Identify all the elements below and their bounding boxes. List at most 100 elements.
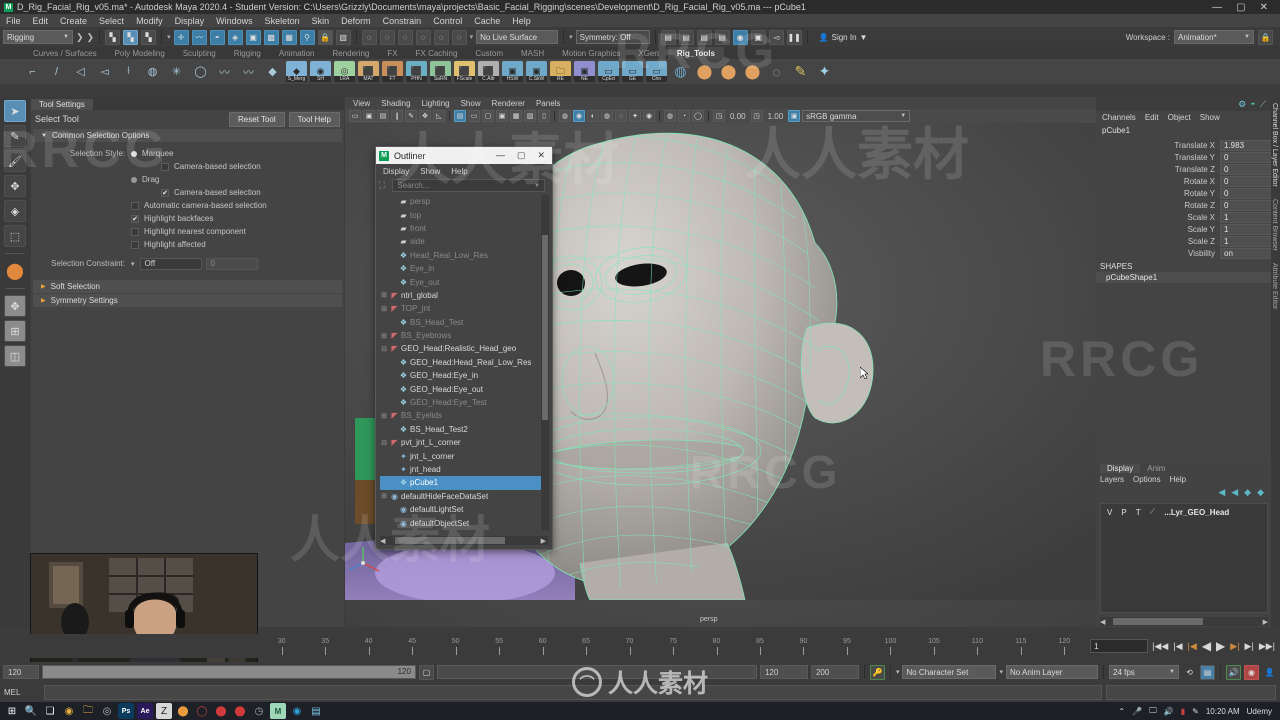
selection-constraint-number[interactable]: 0 [206,258,258,270]
lock-selection-icon[interactable]: 🔒 [318,30,333,45]
shelf-icon-extra-1[interactable]: ⬤ [694,61,715,82]
outliner-row[interactable]: ❖GEO_Head:Eye_Test [380,396,548,409]
outliner-maximize-button[interactable]: ▢ [517,150,526,161]
mask-misc-icon[interactable]: ▦ [282,30,297,45]
maya-icon[interactable]: M [270,703,286,719]
shelf-icon-9[interactable]: 〰 [238,61,259,82]
pause-icon[interactable]: ❚❚ [787,30,802,45]
snap-grid-icon[interactable]: ◌ [362,30,377,45]
no-skip-frames-icon[interactable]: ◉ [1244,665,1259,680]
maximize-button[interactable]: ▢ [1236,2,1245,13]
motion-blur-icon[interactable]: ◌ [615,110,627,122]
windows-start-icon[interactable]: ⊞ [4,703,20,719]
channel-name[interactable]: Translate Z [1096,165,1220,174]
outliner-row[interactable]: ❖BS_Head_Test [380,316,548,329]
gamma-icon[interactable]: ◳ [751,110,763,122]
layer-row[interactable]: V P T ⟋ ...Lyr_GEO_Head [1101,504,1267,520]
chrome-icon[interactable]: ◉ [61,703,77,719]
resolution-gate-icon[interactable]: ◺ [433,110,445,122]
layer-new-empty-icon[interactable]: ◆ [1244,487,1251,498]
expand-icon[interactable]: ⊞ [380,332,388,340]
layer-visibility-column[interactable]: V [1107,508,1112,517]
outliner-row[interactable]: ✦jnt_L_corner [380,449,548,462]
frame-soft-selection[interactable]: ▶ Soft Selection [33,280,342,293]
shelf-button-hsw[interactable]: ▣HSW [502,61,523,82]
shelf-icon-0[interactable]: ⌐ [22,61,43,82]
mask-caret-icon[interactable]: ▾ [167,33,171,41]
channel-row-rotate-x[interactable]: Rotate X0 [1096,175,1280,187]
outliner-row[interactable]: ▰top [380,208,548,221]
clock-icon[interactable]: ◷ [251,703,267,719]
scale-tool-icon[interactable]: ⬚ [4,225,26,247]
frame-common-selection-options[interactable]: ▼ Common Selection Options [33,129,342,142]
mask-render-icon[interactable]: ▩ [264,30,279,45]
multisample-icon[interactable]: ✦ [629,110,641,122]
channel-name[interactable]: Visbility [1096,249,1220,258]
move-tool-icon[interactable]: ✥ [4,175,26,197]
character-icon[interactable]: 👤 [1262,665,1277,680]
colorspace-icon[interactable]: ▣ [788,110,800,122]
workspace-selector[interactable]: Workspace : Animation* ▼ 🔒 [1126,30,1277,45]
shelf-icon-2[interactable]: ◁ [70,61,91,82]
shelf-button-ne[interactable]: ▣NE [574,61,595,82]
tool-help-button[interactable]: Tool Help [289,112,340,127]
checkbox-automatic-camera-based-selection[interactable] [131,202,139,210]
substance-icon[interactable]: ⬤ [175,703,191,719]
shelf-icon-10[interactable]: ◆ [262,61,283,82]
open-sidebar2-icon[interactable]: ❯ [87,32,95,43]
mask-lock-icon[interactable]: ⚲ [300,30,315,45]
render-settings-icon[interactable]: ▣ [751,30,766,45]
history-off-icon[interactable]: ▤ [679,30,694,45]
photoshop-icon[interactable]: Ps [118,703,134,719]
shelf-tab-custom[interactable]: Custom [466,47,512,59]
select-tool-icon[interactable]: ➤ [4,100,26,122]
channel-box-menu-channels[interactable]: Channels [1102,113,1136,122]
outliner-menu-help[interactable]: Help [451,167,467,176]
outliner-row[interactable]: ◉defaultLightSet [380,503,548,516]
range-field-2[interactable]: 200 [811,665,859,679]
layer-list[interactable]: V P T ⟋ ...Lyr_GEO_Head [1100,503,1268,613]
layer-type-column[interactable]: T [1136,508,1141,517]
collapse-icon[interactable]: ⊟ [380,345,388,353]
shelf-tab-curves-surfaces[interactable]: Curves / Surfaces [24,47,106,59]
sound-icon[interactable]: 🔊 [1226,665,1241,680]
animation-preferences-icon[interactable]: ▤ [1200,665,1215,680]
obs-icon[interactable]: ◎ [99,703,115,719]
viewport-menu-panels[interactable]: Panels [536,99,560,108]
collapse-icon[interactable]: ⊟ [380,439,388,447]
channel-name[interactable]: Scale X [1096,213,1220,222]
option-row-automatic-camera-based-selection[interactable]: Automatic camera-based selection [31,199,344,212]
time-slider[interactable]: 3035404550556065707580859095100105110115… [0,634,1280,658]
shelf-button-sh[interactable]: ◉SH [310,61,331,82]
channel-row-scale-x[interactable]: Scale X1 [1096,211,1280,223]
graph-editor-icon[interactable]: ⟋ [1260,99,1266,110]
shelf-icon-extra-3[interactable]: ⬤ [742,61,763,82]
flat-shade-icon[interactable]: ▣ [496,110,508,122]
shelf-icon-extra-4[interactable]: ◌ [766,61,787,82]
shelf-button-lra[interactable]: ◎LRA [334,61,355,82]
channel-box-icon[interactable]: ⚙ [1238,99,1246,110]
option-row-camera-based-selection[interactable]: ✔Camera-based selection [31,186,344,199]
shelf-icon-6[interactable]: ✳ [166,61,187,82]
time-slider-track[interactable]: 3035404550556065707580859095100105110115… [260,634,1086,658]
option-row-drag[interactable]: Drag [31,173,344,186]
workspace-lock-icon[interactable]: 🔒 [1258,30,1273,45]
shelf-button-cped[interactable]: ▭CpEd [598,61,619,82]
step-back-key-icon[interactable]: |◀ [1172,641,1183,652]
two-pane-layout-icon[interactable]: ⊞ [4,320,26,342]
auto-key-icon[interactable]: 🔑 [870,665,885,680]
rotate-tool-icon[interactable]: ◈ [4,200,26,222]
shelf-icon-extra-5[interactable]: ✎ [790,61,811,82]
select-by-hierarchy-icon[interactable]: ▚ [105,30,120,45]
select-by-object-icon[interactable]: ▚ [123,30,138,45]
shelf-icon-3[interactable]: ◅ [94,61,115,82]
layer-name[interactable]: ...Lyr_GEO_Head [1164,508,1229,517]
viewport-menu-renderer[interactable]: Renderer [492,99,525,108]
outliner-row[interactable]: ⊞◤TOP_jnt [380,302,548,315]
menu-skeleton[interactable]: Skeleton [265,16,300,26]
shelf-tab-motion-graphics[interactable]: Motion Graphics [553,47,629,59]
two-d-pan-icon[interactable]: ✎ [405,110,417,122]
outliner-row[interactable]: ❖GEO_Head:Head_Real_Low_Res [380,356,548,369]
clock-time[interactable]: 10:20 AM [1206,707,1240,716]
shelf-button-mat[interactable]: ⬛MAT [358,61,379,82]
